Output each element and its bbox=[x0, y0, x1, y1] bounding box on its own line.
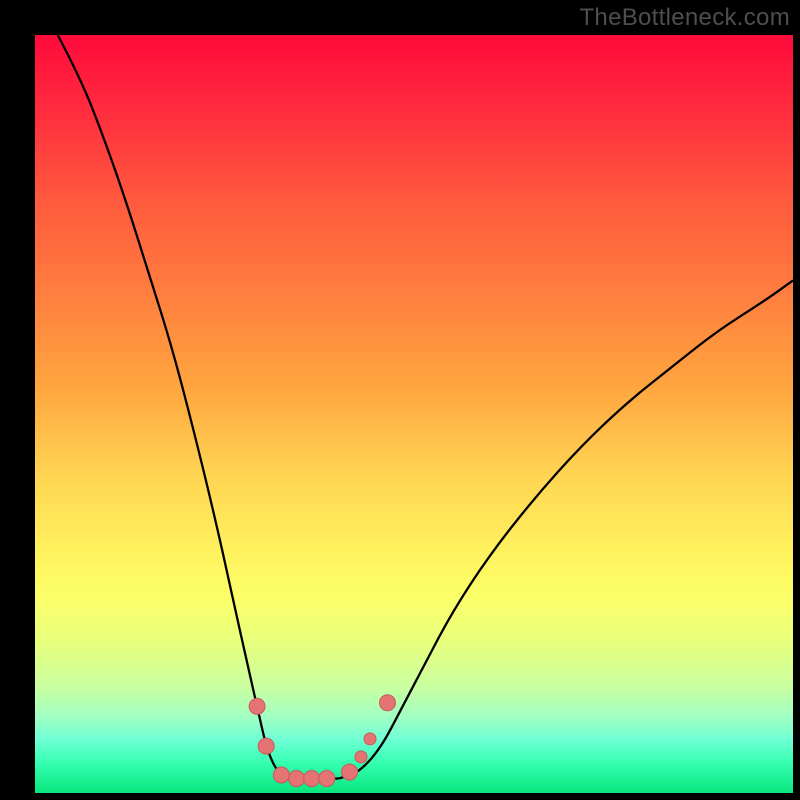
bottleneck-curves bbox=[58, 35, 793, 779]
data-marker bbox=[249, 698, 265, 714]
chart-frame: TheBottleneck.com bbox=[0, 0, 800, 800]
left-bottleneck-curve bbox=[58, 35, 293, 779]
data-marker bbox=[364, 733, 376, 745]
data-markers bbox=[249, 695, 395, 787]
data-marker bbox=[355, 751, 367, 763]
data-marker bbox=[379, 695, 395, 711]
data-marker bbox=[304, 771, 320, 787]
data-marker bbox=[258, 738, 274, 754]
watermark-text: TheBottleneck.com bbox=[579, 4, 790, 32]
right-bottleneck-curve bbox=[338, 280, 793, 778]
data-marker bbox=[319, 771, 335, 787]
data-marker bbox=[289, 771, 305, 787]
chart-overlay bbox=[35, 35, 793, 793]
data-marker bbox=[273, 767, 289, 783]
plot-area bbox=[35, 35, 793, 793]
data-marker bbox=[342, 764, 358, 780]
